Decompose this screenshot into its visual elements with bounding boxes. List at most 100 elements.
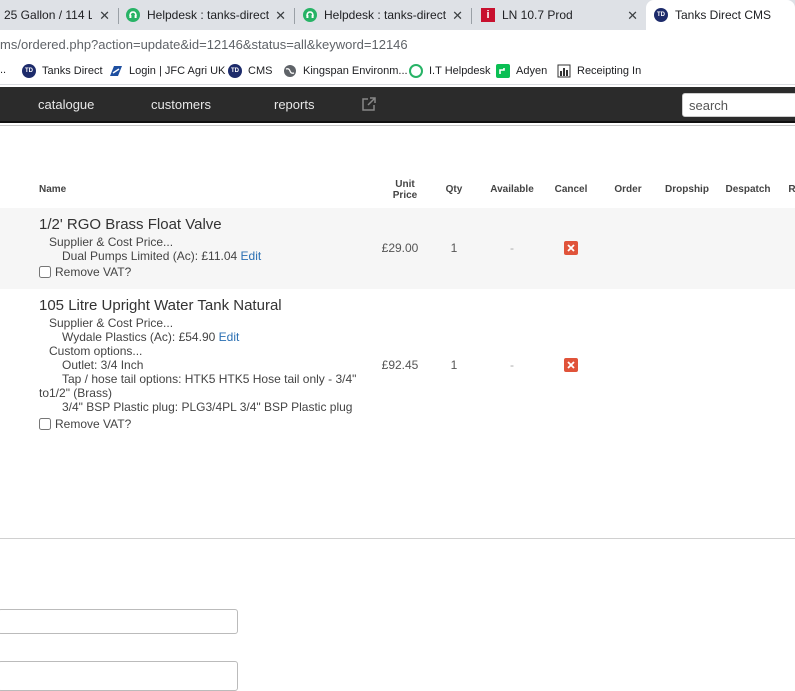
close-icon[interactable]: ✕ — [275, 8, 286, 24]
close-icon[interactable]: ✕ — [452, 8, 463, 24]
bookmark-label: I.T Helpdesk — [429, 65, 491, 77]
product-name: 1/2' RGO Brass Float Valve — [39, 216, 222, 233]
helpdesk-icon — [126, 8, 140, 22]
nav-reports[interactable]: reports — [274, 97, 314, 112]
option-outlet: Outlet: 3/4 Inch — [62, 358, 144, 372]
icon-letter: i — [486, 9, 490, 21]
bookmark-receipting[interactable]: Receipting In — [557, 64, 641, 78]
bookmark-label: CMS — [248, 65, 273, 77]
section-divider — [0, 538, 795, 539]
product-name: 105 Litre Upright Water Tank Natural — [39, 297, 282, 314]
remove-vat-checkbox[interactable] — [39, 266, 51, 278]
supplier-line: Wydale Plastics (Ac): £54.90 Edit — [62, 330, 239, 344]
bookmark-cms[interactable]: TD CMS — [228, 64, 272, 78]
header-name: Name — [39, 184, 67, 195]
bookmark-truncated[interactable]: .. — [0, 64, 6, 76]
browser-tab-strip: 25 Gallon / 114 Litre ✕ Helpdesk : tanks… — [0, 0, 795, 30]
tab-title: Tanks Direct CMS — [675, 8, 772, 22]
nav-underline — [0, 125, 795, 130]
bookmark-label: Adyen — [516, 65, 548, 77]
close-icon[interactable]: ✕ — [627, 8, 638, 24]
bookmark-jfc[interactable]: Login | JFC Agri UK — [109, 64, 225, 78]
tab-separator — [471, 8, 472, 24]
globe-icon — [283, 64, 297, 78]
search-input[interactable] — [682, 93, 795, 117]
option-tap: Tap / hose tail options: HTK5 HTK5 Hose … — [62, 372, 357, 386]
tab-separator — [118, 8, 119, 24]
qty: 1 — [450, 358, 458, 372]
supplier-heading: Supplier & Cost Price... — [49, 316, 174, 330]
tab-title: LN 10.7 Prod — [502, 8, 573, 22]
helpdesk-icon — [409, 64, 423, 78]
remove-vat: Remove VAT? — [39, 265, 131, 279]
qty: 1 — [450, 241, 458, 255]
header-qty: Qty — [445, 184, 463, 195]
supplier-cost: Wydale Plastics (Ac): £54.90 — [62, 330, 216, 344]
edit-supplier-link[interactable]: Edit — [241, 249, 262, 263]
chart-icon — [557, 64, 571, 78]
header-despatch: Despatch — [725, 184, 771, 195]
bookmark-tanks-direct[interactable]: TD Tanks Direct — [22, 64, 103, 78]
tab-tanks-direct-cms[interactable]: TD Tanks Direct CMS — [646, 0, 795, 30]
remove-vat-label: Remove VAT? — [55, 417, 132, 431]
td-icon: TD — [22, 64, 36, 78]
bookmark-label: Receipting In — [577, 65, 642, 77]
header-unit-price-line2: Price — [392, 190, 418, 201]
tab-helpdesk-1[interactable]: Helpdesk : tanks-direct ✕ — [120, 0, 294, 30]
remove-vat-checkbox[interactable] — [39, 418, 51, 430]
header-unit-price: Unit Price — [385, 179, 425, 201]
unit-price: £29.00 — [381, 241, 419, 255]
bookmark-it-helpdesk[interactable]: I.T Helpdesk — [409, 64, 491, 78]
tab-ln-prod[interactable]: i LN 10.7 Prod ✕ — [473, 0, 646, 30]
icon-letters: TD — [25, 68, 33, 74]
header-available: Available — [490, 184, 534, 195]
cancel-icon[interactable] — [564, 241, 578, 255]
cancel-icon[interactable] — [564, 358, 578, 372]
available: - — [510, 358, 514, 372]
header-cancel: Cancel — [554, 184, 588, 195]
remove-vat-label: Remove VAT? — [55, 265, 132, 279]
bookmark-kingspan[interactable]: Kingspan Environm... — [283, 64, 408, 78]
unit-price: £92.45 — [381, 358, 419, 372]
bookmark-label: Login | JFC Agri UK — [129, 65, 226, 77]
adyen-icon — [496, 64, 510, 78]
supplier-heading: Supplier & Cost Price... — [49, 235, 174, 249]
tab-helpdesk-2[interactable]: Helpdesk : tanks-direct ✕ — [296, 0, 471, 30]
url-text[interactable]: ms/ordered.php?action=update&id=12146&st… — [0, 37, 408, 52]
jfc-icon — [109, 64, 123, 78]
bookmark-adyen[interactable]: Adyen — [496, 64, 547, 78]
red-i-icon: i — [481, 8, 495, 22]
bookmarks-bar: .. TD Tanks Direct Login | JFC Agri UK T… — [0, 59, 795, 85]
header-unit-price-line1: Unit — [395, 179, 415, 190]
option-tap-continued: to1/2" (Brass) — [39, 386, 112, 400]
td-icon: TD — [654, 8, 668, 22]
icon-letters: TD — [657, 12, 665, 18]
tab-25-gallon[interactable]: 25 Gallon / 114 Litre ✕ — [0, 0, 118, 30]
bookmark-label: Kingspan Environm... — [303, 65, 408, 77]
supplier-cost: Dual Pumps Limited (Ac): £11.04 — [62, 249, 238, 263]
header-dropship: Dropship — [665, 184, 709, 195]
option-plug: 3/4" BSP Plastic plug: PLG3/4PL 3/4" BSP… — [62, 400, 353, 414]
nav-catalogue[interactable]: catalogue — [38, 97, 94, 112]
bookmark-label: Tanks Direct — [42, 65, 103, 77]
tab-title: 25 Gallon / 114 Litre — [4, 8, 92, 22]
td-icon: TD — [228, 64, 242, 78]
icon-letters: TD — [231, 68, 239, 74]
tab-title: Helpdesk : tanks-direct — [147, 8, 270, 22]
text-area[interactable] — [0, 661, 238, 691]
custom-options-heading: Custom options... — [49, 344, 143, 358]
external-link-icon[interactable] — [360, 96, 377, 113]
edit-supplier-link[interactable]: Edit — [219, 330, 240, 344]
available: - — [510, 241, 514, 255]
tab-separator — [294, 8, 295, 24]
header-order: Order — [614, 184, 642, 195]
close-icon[interactable]: ✕ — [99, 8, 110, 24]
address-bar[interactable]: ms/ordered.php?action=update&id=12146&st… — [0, 30, 795, 59]
supplier-line: Dual Pumps Limited (Ac): £11.04 Edit — [62, 249, 261, 263]
text-field[interactable] — [0, 609, 238, 634]
header-truncated: R — [788, 184, 795, 195]
cms-navbar: catalogue customers reports — [0, 87, 795, 123]
helpdesk-icon — [303, 8, 317, 22]
nav-customers[interactable]: customers — [151, 97, 211, 112]
tab-title: Helpdesk : tanks-direct — [324, 8, 447, 22]
